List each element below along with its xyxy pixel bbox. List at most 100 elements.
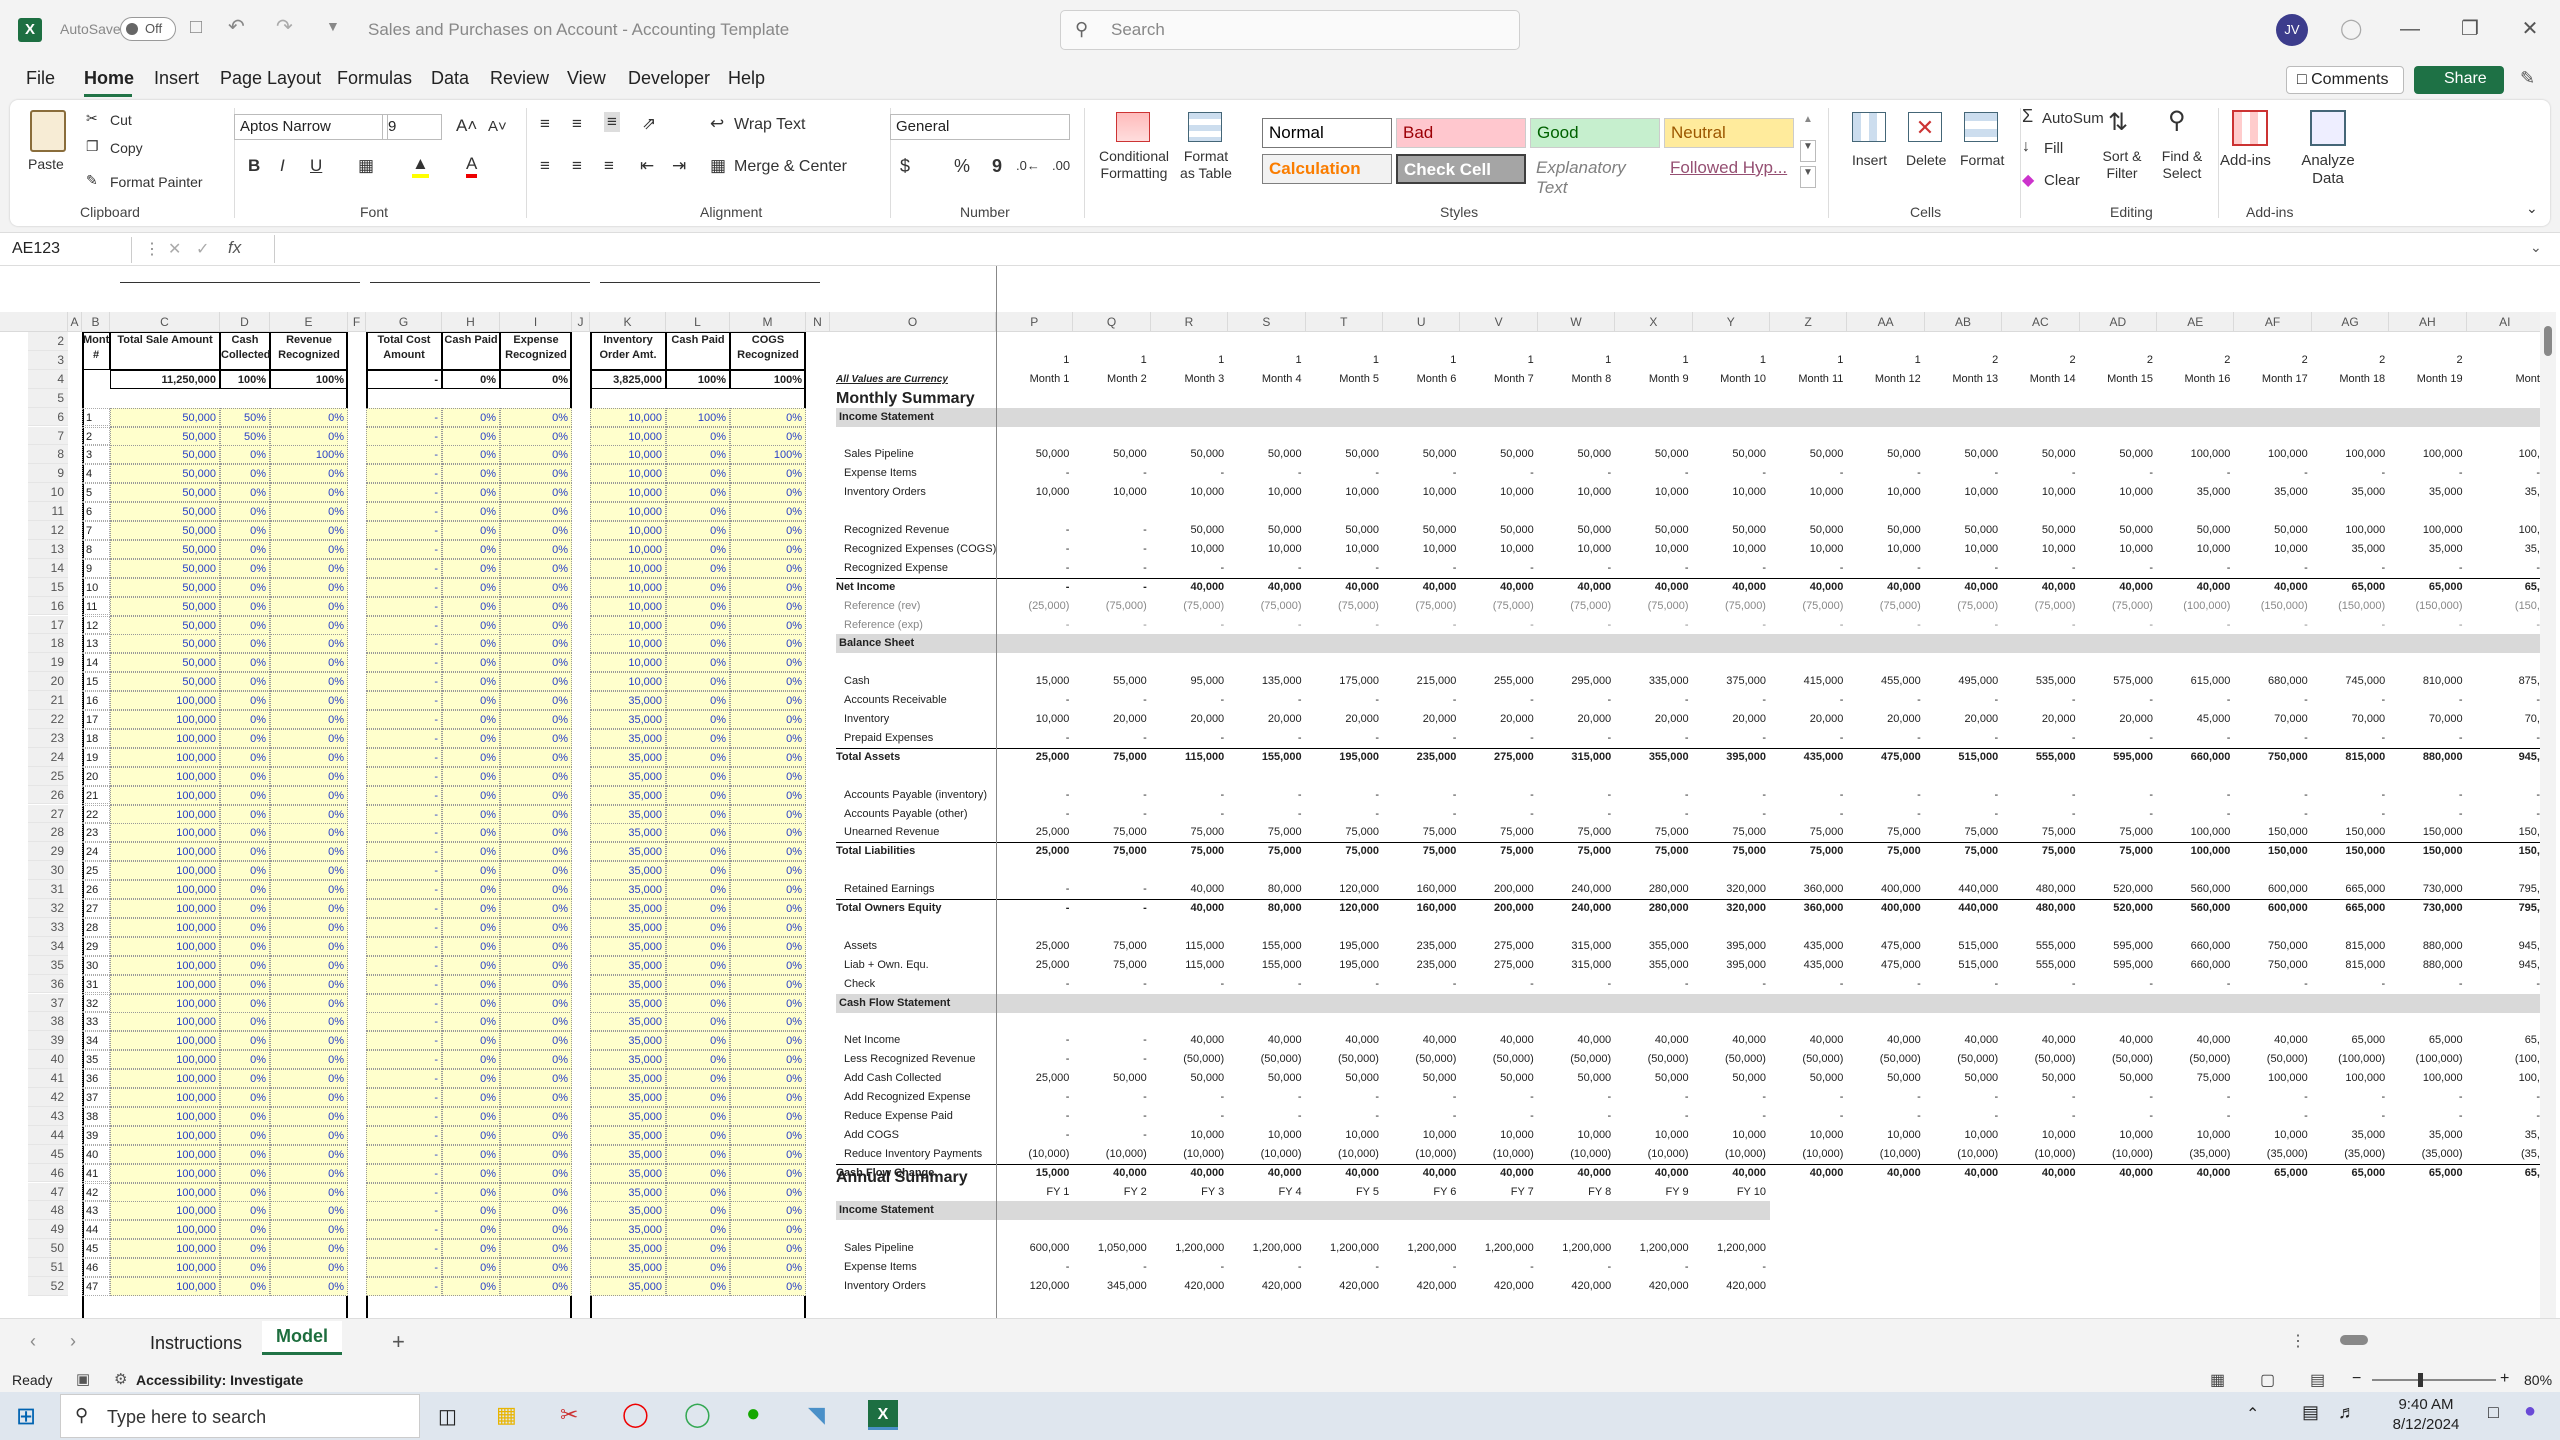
summary-value-cell[interactable]: - xyxy=(1383,975,1457,994)
input-cell[interactable]: 0% xyxy=(442,804,500,824)
row-header[interactable]: 32 xyxy=(28,899,68,918)
summary-value-cell[interactable]: (50,000) xyxy=(2002,1050,2076,1069)
summary-value-cell[interactable]: 335,000 xyxy=(1615,672,1689,691)
summary-value-cell[interactable]: - xyxy=(1151,1088,1225,1107)
input-cell[interactable]: 0% xyxy=(730,936,806,956)
input-cell[interactable]: 0% xyxy=(442,691,500,711)
summary-value-cell[interactable]: - xyxy=(1615,805,1689,824)
summary-value-cell[interactable]: - xyxy=(1306,1107,1379,1126)
network-icon[interactable]: ▤ xyxy=(2302,1402,2319,1423)
summary-value-cell[interactable]: 50,000 xyxy=(2157,521,2231,540)
input-cell[interactable]: 0% xyxy=(220,1106,270,1126)
summary-value-cell[interactable]: - xyxy=(2080,1088,2153,1107)
summary-value-cell[interactable]: 435,000 xyxy=(1770,956,1844,975)
input-cell[interactable]: 100,000 xyxy=(110,747,220,767)
input-cell[interactable]: 0% xyxy=(666,917,730,937)
row-header[interactable]: 28 xyxy=(28,823,68,843)
input-cell[interactable]: 0% xyxy=(730,955,806,975)
close-button[interactable]: ✕ xyxy=(2510,14,2550,44)
summary-value-cell[interactable]: 50,000 xyxy=(1847,1069,1921,1088)
input-cell[interactable]: 0% xyxy=(220,672,270,692)
summary-value-cell[interactable]: - xyxy=(2389,559,2463,578)
input-cell[interactable]: 0% xyxy=(730,1239,806,1259)
summary-value-cell[interactable]: 10,000 xyxy=(1615,1126,1689,1145)
formula-input[interactable] xyxy=(274,235,2514,263)
summary-value-cell[interactable]: - xyxy=(1538,1258,1612,1277)
month-number-cell[interactable]: 3 xyxy=(82,445,110,465)
input-cell[interactable]: 50,000 xyxy=(110,407,220,427)
input-cell[interactable]: 35,000 xyxy=(590,823,666,843)
summary-value-cell[interactable]: 50,000 xyxy=(1615,1069,1689,1088)
summary-value-cell[interactable]: 345,000 xyxy=(1073,1277,1147,1296)
cut-label[interactable]: Cut xyxy=(110,112,132,128)
input-cell[interactable]: 0% xyxy=(500,785,572,805)
input-cell[interactable]: 0% xyxy=(270,596,348,616)
month-number-cell[interactable]: 38 xyxy=(82,1106,110,1126)
input-cell[interactable]: 0% xyxy=(666,1182,730,1202)
input-cell[interactable]: 0% xyxy=(730,917,806,937)
search-box[interactable]: ⚲ Search xyxy=(1060,10,1520,50)
delete-cells-icon[interactable]: ✕ xyxy=(1908,112,1942,142)
summary-value-cell[interactable]: 40,000 xyxy=(1770,1031,1844,1050)
input-cell[interactable]: 0% xyxy=(270,1258,348,1278)
summary-value-cell[interactable]: 50,000 xyxy=(2080,445,2153,464)
month-number-cell[interactable]: 2 xyxy=(82,426,110,446)
input-cell[interactable]: 0% xyxy=(220,710,270,729)
summary-value-cell[interactable]: - xyxy=(996,540,1070,559)
summary-value-cell[interactable]: - xyxy=(2002,691,2076,710)
summary-value-cell[interactable]: - xyxy=(1693,616,1766,635)
summary-value-cell[interactable]: 680,000 xyxy=(2234,672,2308,691)
summary-value-cell[interactable]: 495,000 xyxy=(1925,672,1998,691)
input-cell[interactable]: 0% xyxy=(666,880,730,900)
summary-value-cell[interactable]: 35, xyxy=(2467,540,2540,559)
summary-value-cell[interactable]: 880,000 xyxy=(2389,956,2463,975)
summary-value-cell[interactable]: 75,000 xyxy=(1383,842,1457,861)
normal-view-icon[interactable]: ▦ xyxy=(2210,1370,2225,1390)
summary-value-cell[interactable]: 520,000 xyxy=(2080,899,2153,918)
summary-value-cell[interactable]: 40,000 xyxy=(1615,1031,1689,1050)
wrap-text-label[interactable]: Wrap Text xyxy=(734,116,805,134)
summary-value-cell[interactable]: - xyxy=(1073,1258,1147,1277)
summary-value-cell[interactable]: 50,000 xyxy=(1770,1069,1844,1088)
copy-icon[interactable]: ❐ xyxy=(86,138,99,155)
summary-value-cell[interactable]: - xyxy=(1228,1088,1302,1107)
summary-value-cell[interactable]: (25,000) xyxy=(996,597,1069,616)
input-cell[interactable]: 0% xyxy=(666,539,730,559)
input-cell[interactable]: 50,000 xyxy=(110,596,220,616)
row-header[interactable]: 11 xyxy=(28,502,68,521)
summary-value-cell[interactable]: 40,000 xyxy=(1306,1031,1379,1050)
input-cell[interactable]: 0% xyxy=(730,993,806,1013)
summary-value-cell[interactable]: - xyxy=(1538,729,1612,748)
summary-value-cell[interactable]: 35, xyxy=(2467,1126,2540,1145)
column-header[interactable]: U xyxy=(1383,312,1461,332)
summary-value-cell[interactable]: (10,000) xyxy=(1228,1145,1302,1164)
input-cell[interactable]: 100% xyxy=(666,407,730,427)
summary-value-cell[interactable]: - xyxy=(1538,1088,1612,1107)
input-cell[interactable]: 50% xyxy=(220,407,270,427)
input-cell[interactable]: 0% xyxy=(500,445,572,465)
summary-value-cell[interactable]: 40,000 xyxy=(1693,1031,1766,1050)
summary-value-cell[interactable]: 75,000 xyxy=(1847,842,1921,861)
summary-value-cell[interactable]: (10,000) xyxy=(1847,1145,1921,1164)
input-cell[interactable]: 0% xyxy=(666,1012,730,1032)
input-cell[interactable]: 100,000 xyxy=(110,936,220,956)
input-cell[interactable]: 0% xyxy=(666,672,730,692)
summary-value-cell[interactable]: 315,000 xyxy=(1538,937,1611,956)
enter-icon[interactable]: ✓ xyxy=(196,239,209,259)
row-header[interactable]: 26 xyxy=(28,785,68,805)
summary-value-cell[interactable]: - xyxy=(1693,975,1766,994)
summary-value-cell[interactable]: (10,000) xyxy=(1383,1145,1456,1164)
summary-value-cell[interactable]: (150,000) xyxy=(2312,597,2385,616)
input-cell[interactable]: 0% xyxy=(220,766,270,786)
summary-value-cell[interactable]: (75,000) xyxy=(1228,597,1302,616)
format-as-table-label[interactable]: Format as Table xyxy=(1176,148,1236,182)
row-header[interactable]: 40 xyxy=(28,1050,68,1070)
summary-value-cell[interactable]: - xyxy=(1383,559,1457,578)
column-header[interactable]: AI xyxy=(2466,312,2544,332)
summary-value-cell[interactable]: 50,000 xyxy=(1460,445,1534,464)
input-cell[interactable]: 0% xyxy=(220,936,270,956)
summary-value-cell[interactable]: 50,000 xyxy=(1615,521,1689,540)
summary-value-cell[interactable]: - xyxy=(2002,616,2076,635)
summary-value-cell[interactable]: 20,000 xyxy=(1383,710,1457,729)
month-number-cell[interactable]: 45 xyxy=(82,1239,110,1259)
